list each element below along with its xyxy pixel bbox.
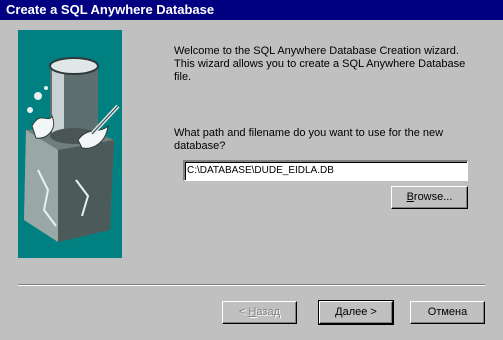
cancel-button[interactable]: Отмена bbox=[410, 301, 485, 324]
window-title: Create a SQL Anywhere Database bbox=[6, 2, 215, 17]
wizard-illustration bbox=[18, 30, 122, 258]
next-hotkey: Д bbox=[335, 306, 343, 318]
browse-button[interactable]: Browse... bbox=[391, 186, 468, 209]
title-bar: Create a SQL Anywhere Database bbox=[0, 0, 503, 20]
path-question-label: What path and filename do you want to us… bbox=[174, 127, 444, 152]
next-button[interactable]: Далее > bbox=[318, 300, 394, 325]
back-label: азад bbox=[256, 306, 280, 318]
browse-hotkey: B bbox=[406, 191, 414, 203]
button-separator bbox=[18, 284, 485, 286]
browse-label: rowse... bbox=[413, 191, 453, 203]
database-path-input[interactable]: C:\DATABASE\DUDE_EIDLA.DB bbox=[183, 160, 468, 181]
cancel-label: Отмена bbox=[427, 306, 468, 318]
welcome-text: Welcome to the SQL Anywhere Database Cre… bbox=[174, 45, 466, 83]
next-label: алее > bbox=[342, 306, 377, 318]
database-illustration-icon bbox=[18, 30, 122, 258]
back-button[interactable]: < Назад bbox=[222, 301, 297, 324]
wizard-window: Create a SQL Anywhere Database Welcome t… bbox=[0, 0, 503, 340]
